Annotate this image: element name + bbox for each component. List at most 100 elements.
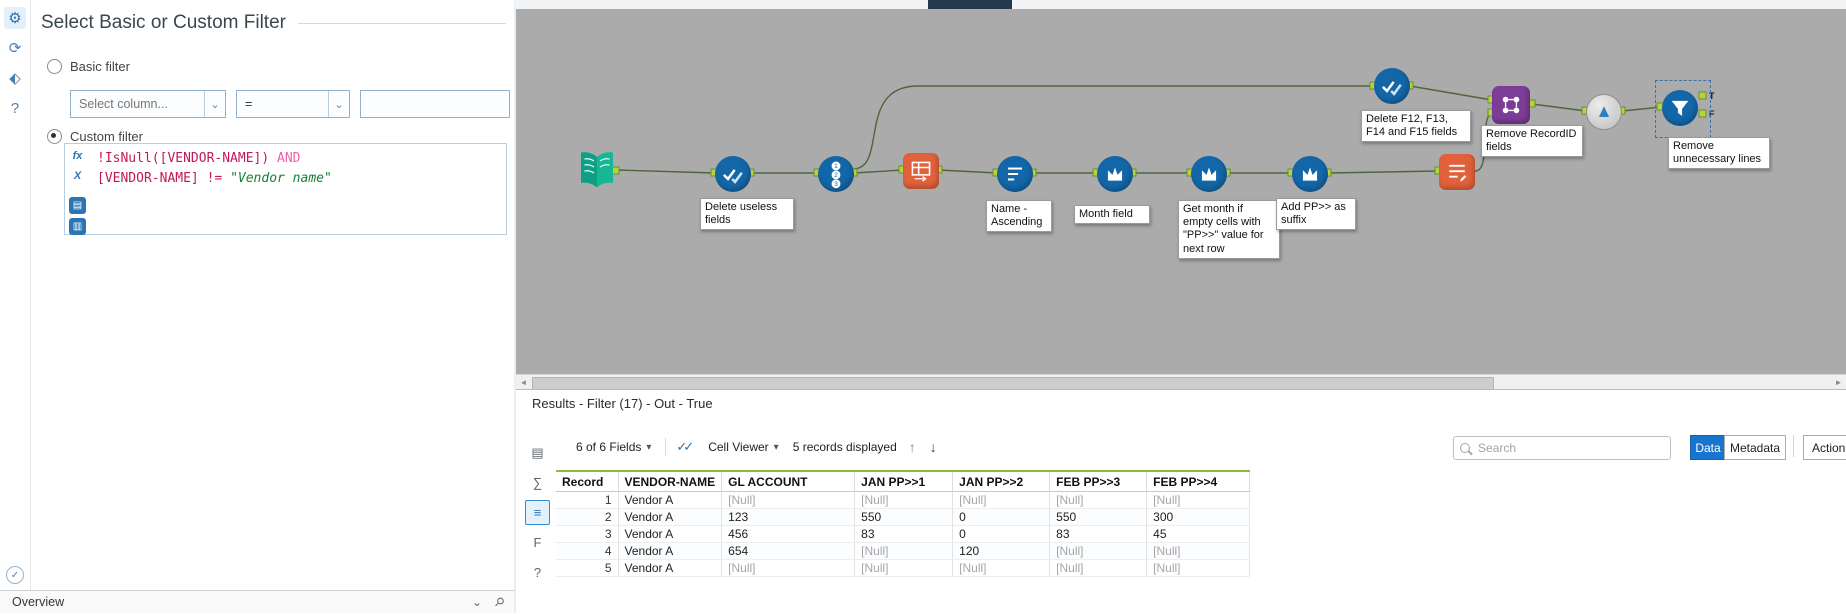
tag-icon[interactable]: ⬖ — [4, 67, 26, 89]
table-cell[interactable]: [Null] — [854, 491, 954, 509]
table-cell[interactable]: Vendor A — [618, 542, 723, 560]
document-icon[interactable]: ≡ — [525, 500, 550, 525]
basic-filter-radio[interactable] — [47, 59, 62, 74]
results-search[interactable] — [1453, 436, 1671, 460]
azure-triangle-icon — [1598, 106, 1610, 118]
select-tool-2[interactable] — [1374, 68, 1410, 104]
fx-icon[interactable]: fx — [69, 147, 86, 164]
metadata-toggle-button[interactable]: Metadata — [1724, 435, 1786, 460]
table-cell[interactable]: 456 — [721, 525, 856, 543]
table-cell[interactable]: [Null] — [854, 559, 954, 577]
multirow-formula-tool-1[interactable] — [1097, 156, 1133, 192]
table-row: 3 Vendor A 456 83 0 83 45 — [556, 525, 1251, 543]
operator-dropdown[interactable]: = ⌄ — [236, 90, 350, 118]
tool-annotation[interactable]: Remove RecordID fields — [1481, 125, 1583, 158]
stacked-sheets-icon[interactable]: ▤ — [525, 440, 550, 465]
fields-dropdown[interactable]: 6 of 6 Fields ▾ — [572, 437, 655, 457]
records-displayed-label: 5 records displayed — [792, 440, 897, 454]
join-multiple-tool[interactable] — [1492, 86, 1530, 124]
chevron-down-icon[interactable]: ⌄ — [466, 595, 488, 609]
sigma-icon[interactable]: ∑ — [525, 470, 550, 495]
table-cell[interactable]: 550 — [1049, 508, 1148, 526]
folder-icon[interactable]: ▤ — [69, 197, 86, 214]
table-cell[interactable]: 123 — [721, 508, 856, 526]
filter-tool[interactable] — [1662, 90, 1698, 126]
record-number-cell[interactable]: 2 — [556, 508, 619, 526]
canvas-horizontal-scrollbar[interactable]: ◄ ► — [516, 374, 1846, 390]
gear-icon[interactable]: ⚙ — [4, 7, 26, 29]
table-cell[interactable]: [Null] — [1049, 542, 1148, 560]
record-id-tool[interactable]: 1 2 3 — [818, 156, 854, 192]
tool-annotation[interactable]: Remove unnecessary lines — [1668, 137, 1770, 170]
multirow-formula-tool-2[interactable] — [1191, 156, 1227, 192]
table-cell[interactable]: Vendor A — [618, 525, 723, 543]
select-all-fields-icon[interactable]: ✓✓ — [676, 439, 694, 455]
refresh-icon[interactable]: ⟳ — [4, 37, 26, 59]
table-cell[interactable]: 83 — [854, 525, 954, 543]
tool-annotation[interactable]: Name - Ascending — [986, 200, 1052, 233]
table-cell[interactable]: [Null] — [1146, 491, 1251, 509]
crown-icon — [1107, 167, 1123, 181]
table-cell[interactable]: [Null] — [1049, 491, 1148, 509]
field-info-icon[interactable]: F — [525, 530, 550, 555]
data-toggle-button[interactable]: Data — [1690, 435, 1726, 460]
select-tool-1[interactable] — [715, 156, 751, 192]
table-cell[interactable]: 0 — [952, 508, 1051, 526]
table-cell[interactable]: 120 — [952, 542, 1051, 560]
transpose-tool[interactable] — [903, 153, 939, 189]
scroll-left-arrow[interactable]: ◄ — [516, 375, 531, 390]
next-record-icon[interactable]: ↓ — [928, 439, 939, 455]
record-number-cell[interactable]: 5 — [556, 559, 619, 577]
record-number-cell[interactable]: 3 — [556, 525, 619, 543]
pin-icon[interactable]: ⚲ — [488, 594, 510, 610]
input-data-tool[interactable] — [578, 148, 616, 197]
join-circles-icon — [1502, 96, 1520, 114]
scroll-right-arrow[interactable]: ► — [1831, 375, 1846, 390]
save-icon[interactable]: ▥ — [69, 218, 86, 235]
table-cell[interactable]: 0 — [952, 525, 1051, 543]
table-cell[interactable]: [Null] — [721, 559, 856, 577]
tool-annotation[interactable]: Delete useless fields — [700, 198, 794, 231]
variables-icon[interactable]: X — [69, 167, 86, 184]
record-number-cell[interactable]: 1 — [556, 491, 619, 509]
multirow-formula-tool-3[interactable] — [1292, 156, 1328, 192]
table-cell[interactable]: 83 — [1049, 525, 1148, 543]
table-cell[interactable]: [Null] — [854, 542, 954, 560]
table-cell[interactable]: Vendor A — [618, 559, 723, 577]
search-input[interactable] — [1476, 440, 1664, 456]
tool-annotation[interactable]: Get month if empty cells with "PP>>" val… — [1178, 200, 1280, 259]
workflow-tab[interactable] — [928, 0, 1012, 9]
check-circle-icon[interactable]: ✓ — [6, 566, 24, 584]
help-icon[interactable]: ? — [525, 560, 550, 585]
sort-tool[interactable] — [997, 156, 1033, 192]
tool-annotation[interactable]: Add PP>> as suffix — [1276, 198, 1356, 231]
expression-editor[interactable]: fx X ▤ ▥ !IsNull([VENDOR-NAME]) AND [VEN… — [64, 143, 507, 235]
previous-record-icon[interactable]: ↑ — [907, 439, 918, 455]
table-cell[interactable]: [Null] — [1146, 542, 1251, 560]
table-cell[interactable]: 45 — [1146, 525, 1251, 543]
cell-viewer-dropdown[interactable]: Cell Viewer ▾ — [704, 437, 783, 457]
workflow-canvas[interactable]: T F 1 2 3 Delete useless fields Name - A… — [516, 9, 1846, 374]
custom-filter-radio[interactable] — [47, 129, 62, 144]
dynamic-rename-tool[interactable] — [1439, 154, 1475, 190]
column-select-dropdown[interactable]: Select column... ⌄ — [70, 90, 226, 118]
basic-filter-label: Basic filter — [70, 59, 130, 74]
table-cell[interactable]: [Null] — [721, 491, 856, 509]
tool-annotation[interactable]: Month field — [1074, 205, 1150, 225]
table-cell[interactable]: Vendor A — [618, 508, 723, 526]
azure-tool[interactable] — [1586, 94, 1622, 130]
table-cell[interactable]: [Null] — [952, 559, 1051, 577]
expression-code[interactable]: !IsNull([VENDOR-NAME]) AND [VENDOR-NAME]… — [91, 144, 506, 234]
table-cell[interactable]: 300 — [1146, 508, 1251, 526]
help-icon[interactable]: ? — [4, 97, 26, 119]
record-number-cell[interactable]: 4 — [556, 542, 619, 560]
table-cell[interactable]: [Null] — [952, 491, 1051, 509]
tool-annotation[interactable]: Delete F12, F13, F14 and F15 fields — [1361, 110, 1471, 143]
table-cell[interactable]: 654 — [721, 542, 856, 560]
table-cell[interactable]: Vendor A — [618, 491, 723, 509]
table-cell[interactable]: 550 — [854, 508, 954, 526]
action-button[interactable]: Action — [1803, 435, 1846, 460]
table-cell[interactable]: [Null] — [1146, 559, 1251, 577]
filter-value-input[interactable] — [360, 90, 510, 118]
table-cell[interactable]: [Null] — [1049, 559, 1148, 577]
